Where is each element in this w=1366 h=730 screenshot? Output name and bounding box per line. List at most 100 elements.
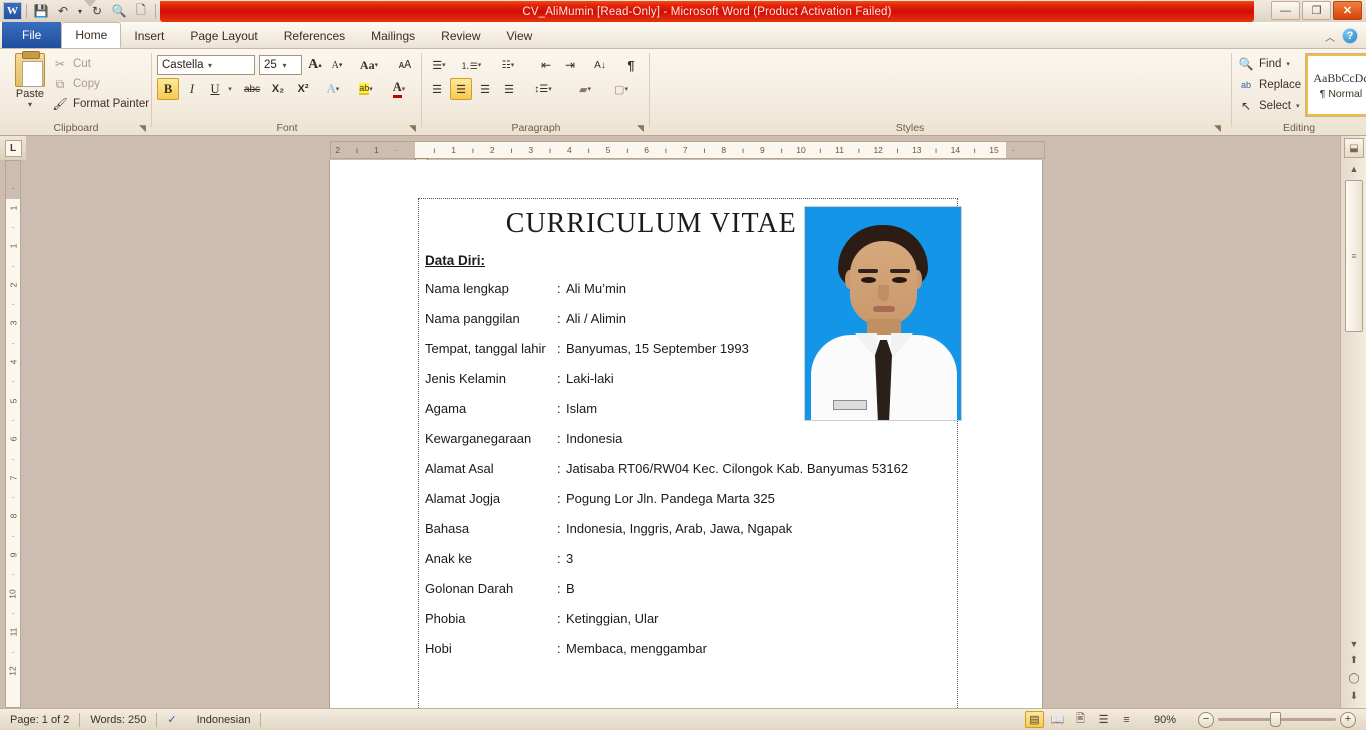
new-document-icon[interactable]: 🗋 <box>131 2 151 21</box>
numbering-button[interactable]: ⒈☰ ▾ <box>458 54 484 76</box>
clipboard-dialog-launcher-icon[interactable]: ◥ <box>139 123 149 133</box>
window-controls[interactable]: — ❐ ✕ <box>1271 1 1362 20</box>
ruler-minor-tick: ı <box>510 145 513 155</box>
font-name-combobox[interactable]: Castellar ▾ <box>157 55 255 75</box>
font-color-button[interactable]: A ▾ <box>386 78 412 100</box>
italic-button[interactable]: I <box>181 78 203 100</box>
tab-file[interactable]: File <box>2 22 62 48</box>
zoom-slider-handle[interactable] <box>1270 712 1281 727</box>
tab-view[interactable]: View <box>494 23 546 48</box>
draft-view-button[interactable]: ≡ <box>1117 711 1136 728</box>
web-layout-view-button[interactable]: 🖹 <box>1071 711 1090 728</box>
zoom-in-button[interactable]: + <box>1340 711 1356 728</box>
underline-dropdown-icon[interactable]: ▾ <box>224 78 236 100</box>
select-button[interactable]: ↖ Select ▾ <box>1238 96 1300 116</box>
font-size-combobox[interactable]: 25 ▾ <box>259 55 302 75</box>
shrink-font-button[interactable]: A ▾ <box>326 54 348 76</box>
styles-dialog-launcher-icon[interactable]: ◥ <box>1214 123 1224 133</box>
document-page[interactable]: CURRICULUM VITAE (CV) Data Diri: Nama le… <box>330 160 1042 708</box>
scrollbar-thumb[interactable]: ≡ <box>1345 180 1363 332</box>
outline-view-button[interactable]: ☰ <box>1094 711 1113 728</box>
print-layout-view-button[interactable]: ▤ <box>1025 711 1044 728</box>
tab-stop-icon[interactable]: L <box>4 139 22 157</box>
increase-indent-button[interactable]: ⇥ <box>559 54 581 76</box>
save-icon[interactable]: 💾 <box>31 2 51 21</box>
horizontal-ruler[interactable]: 2·ı1·ı1·ı2·ı3·ı4·ı5·ı6·ı7·ı8·ı9·ı10·ı11·… <box>330 141 1045 159</box>
justify-button[interactable]: ☰ <box>498 78 520 100</box>
previous-page-button[interactable]: ⬆ <box>1345 652 1363 669</box>
select-browse-object-button[interactable]: ◯ <box>1345 670 1363 687</box>
text-effects-button[interactable]: A ▾ <box>320 78 346 100</box>
clear-formatting-button[interactable]: 🗚 <box>394 54 416 76</box>
zoom-out-button[interactable]: − <box>1198 711 1214 728</box>
proofing-status[interactable]: ✓ <box>157 709 186 730</box>
find-button[interactable]: 🔍 Find ▾ <box>1238 54 1290 74</box>
show-formatting-marks-button[interactable]: ¶ <box>620 54 642 76</box>
passport-photo[interactable] <box>804 206 962 421</box>
superscript-icon: X² <box>297 83 309 95</box>
paste-button[interactable]: Paste ▾ <box>8 51 52 115</box>
tab-insert[interactable]: Insert <box>121 23 177 48</box>
font-name-chevron-down-icon[interactable]: ▾ <box>204 61 254 70</box>
scroll-up-arrow-icon[interactable]: ▲ <box>1345 161 1363 177</box>
shading-button[interactable]: ▰ ▾ <box>572 78 598 100</box>
full-screen-reading-view-button[interactable]: 📖 <box>1048 711 1067 728</box>
format-painter-button[interactable]: 🖌 Format Painter <box>52 94 149 114</box>
close-button[interactable]: ✕ <box>1333 1 1362 20</box>
strikethrough-button[interactable]: abc <box>239 78 265 100</box>
font-size-chevron-down-icon[interactable]: ▾ <box>279 61 302 70</box>
zoom-level[interactable]: 90% <box>1154 714 1184 726</box>
word-count[interactable]: Words: 250 <box>80 709 156 730</box>
bold-button[interactable]: B <box>157 78 179 100</box>
scroll-down-arrow-icon[interactable]: ▼ <box>1345 636 1363 652</box>
superscript-button[interactable]: X² <box>292 78 314 100</box>
subscript-button[interactable]: X₂ <box>267 78 289 100</box>
vertical-ruler[interactable]: 1 · 1 · 2 · 3 · 4 · 5 · 6 · 7 · 8 · 9 · 10 · 11 · 12 · <box>5 160 21 708</box>
minimize-button[interactable]: — <box>1271 1 1300 20</box>
tab-review[interactable]: Review <box>428 23 493 48</box>
cv-field-row: Alamat Asal: Jatisaba RT06/RW04 Kec. Cilo… <box>425 461 947 477</box>
underline-button[interactable]: U <box>204 78 226 100</box>
page-indicator[interactable]: Page: 1 of 2 <box>0 709 79 730</box>
borders-button[interactable]: ▢ ▾ <box>608 78 634 100</box>
vertical-scrollbar[interactable]: ⬓ ▲ ≡ ▼ ⬆ ◯ ⬇ <box>1340 136 1366 708</box>
tab-home[interactable]: Home <box>61 22 122 48</box>
align-left-button[interactable]: ☰ <box>426 78 448 100</box>
help-icon[interactable]: ? <box>1342 28 1358 44</box>
paragraph-dialog-launcher-icon[interactable]: ◥ <box>637 123 647 133</box>
undo-icon[interactable]: ↶ <box>53 2 73 21</box>
first-line-indent-marker[interactable] <box>84 0 96 7</box>
language-indicator[interactable]: Indonesian <box>187 709 261 730</box>
decrease-indent-button[interactable]: ⇤ <box>535 54 557 76</box>
font-dialog-launcher-icon[interactable]: ◥ <box>409 123 419 133</box>
bullets-button[interactable]: ☰ ▾ <box>426 54 452 76</box>
replace-button[interactable]: ab Replace <box>1238 75 1301 95</box>
document-canvas[interactable]: CURRICULUM VITAE (CV) Data Diri: Nama le… <box>26 160 1340 708</box>
find-chevron-down-icon[interactable]: ▾ <box>1286 60 1290 68</box>
next-page-button[interactable]: ⬇ <box>1345 688 1363 705</box>
tab-page-layout[interactable]: Page Layout <box>177 23 270 48</box>
paste-dropdown-icon[interactable]: ▾ <box>28 101 32 109</box>
word-logo-icon[interactable]: W <box>3 2 22 20</box>
multilevel-list-button[interactable]: ☷ ▾ <box>495 54 521 76</box>
change-case-button[interactable]: Aa ▾ <box>356 54 382 76</box>
split-window-button[interactable]: ⬓ <box>1344 138 1364 158</box>
tab-stop-selector[interactable]: L <box>0 136 26 160</box>
cut-button[interactable]: ✂ Cut <box>52 54 91 74</box>
line-spacing-button[interactable]: ↕☰ ▾ <box>530 78 556 100</box>
zoom-slider[interactable] <box>1218 712 1336 727</box>
copy-button[interactable]: ⧉ Copy <box>52 74 100 94</box>
minimize-ribbon-icon[interactable]: ︿ <box>1325 29 1335 44</box>
ruler-tick: 6 <box>644 145 649 155</box>
sort-button[interactable]: A↓ <box>589 54 611 76</box>
align-center-button[interactable]: ☰ <box>450 78 472 100</box>
tab-references[interactable]: References <box>271 23 358 48</box>
restore-button[interactable]: ❐ <box>1302 1 1331 20</box>
highlight-button[interactable]: ab ▾ <box>353 78 379 100</box>
tab-mailings[interactable]: Mailings <box>358 23 428 48</box>
align-right-button[interactable]: ☰ <box>474 78 496 100</box>
ruler-minor-tick: ı <box>626 145 629 155</box>
grow-font-button[interactable]: A ▴ <box>304 54 326 76</box>
select-chevron-down-icon[interactable]: ▾ <box>1296 102 1300 110</box>
print-preview-icon[interactable]: 🔍 <box>109 2 129 21</box>
